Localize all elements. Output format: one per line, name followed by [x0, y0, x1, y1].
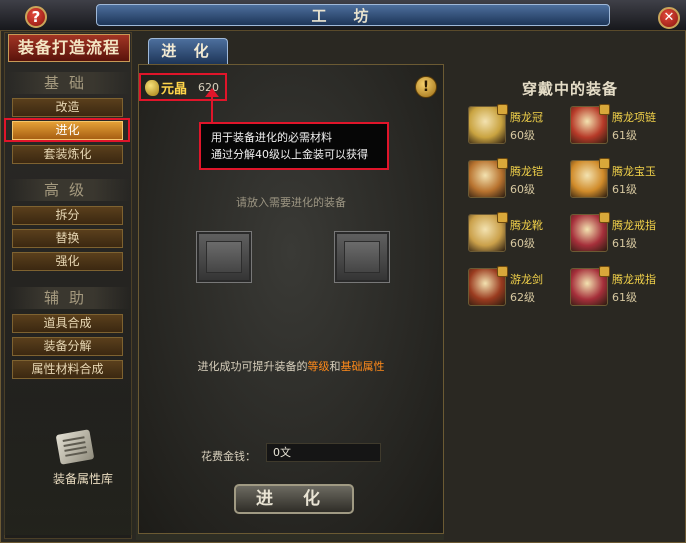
sidebar-header: 装备打造流程 — [8, 34, 130, 62]
cost-field: 0文 — [266, 443, 381, 462]
ring-icon[interactable] — [570, 266, 610, 306]
target-equipment-slot[interactable] — [334, 231, 390, 283]
attribute-library-button[interactable]: 装备属性库 — [48, 470, 118, 487]
evolve-button[interactable]: 进 化 — [234, 484, 354, 514]
equipment-level: 60级 — [510, 237, 535, 250]
lock-icon — [599, 104, 610, 115]
equipment-name: 腾龙冠 — [510, 111, 543, 124]
crystal-ore-icon — [145, 80, 159, 96]
sidebar-item-item-synthesis[interactable]: 道具合成 — [12, 314, 123, 333]
sidebar-item-replace[interactable]: 替换 — [12, 229, 123, 248]
equipment-level: 60级 — [510, 129, 535, 142]
chat-background — [4, 400, 134, 535]
lock-icon — [599, 266, 610, 277]
success-prefix: 进化成功可提升装备的 — [197, 360, 308, 373]
close-button[interactable]: ✕ — [658, 7, 680, 29]
success-description: 进化成功可提升装备的等级和基础属性 — [138, 358, 444, 374]
equipment-name: 腾龙戒指 — [612, 219, 656, 232]
cost-label: 花费金钱： — [201, 450, 256, 463]
lock-icon — [497, 266, 508, 277]
sidebar-item-set-refine[interactable]: 套装炼化 — [12, 145, 123, 164]
equipment-level: 60级 — [510, 183, 535, 196]
section-aux-title: 辅助 — [8, 287, 130, 309]
sidebar-item-attr-material[interactable]: 属性材料合成 — [12, 360, 123, 379]
sidebar-item-split[interactable]: 拆分 — [12, 206, 123, 225]
ring-icon[interactable] — [570, 212, 610, 252]
sword-icon[interactable] — [468, 266, 508, 306]
lock-icon — [497, 212, 508, 223]
book-icon[interactable] — [55, 429, 95, 465]
warning-icon[interactable]: ! — [415, 76, 437, 98]
equipment-level: 61级 — [612, 237, 637, 250]
success-level-text: 等级 — [307, 360, 330, 373]
success-attr-text: 基础属性 — [340, 360, 385, 373]
jade-icon[interactable] — [570, 158, 610, 198]
armor-icon[interactable] — [468, 158, 508, 198]
equipment-level: 61级 — [612, 129, 637, 142]
annotation-arrow-icon — [205, 88, 219, 97]
sidebar-item-enhance[interactable]: 强化 — [12, 252, 123, 271]
lock-icon — [497, 158, 508, 169]
sidebar-item-decompose[interactable]: 装备分解 — [12, 337, 123, 356]
source-equipment-slot[interactable] — [196, 231, 252, 283]
boots-icon[interactable] — [468, 212, 508, 252]
equipment-name: 游龙剑 — [510, 273, 543, 286]
help-button[interactable]: ? — [25, 6, 47, 28]
equipment-level: 61级 — [612, 183, 637, 196]
sidebar-item-modify[interactable]: 改造 — [12, 98, 123, 117]
success-mid: 和 — [329, 360, 341, 373]
lock-icon — [599, 212, 610, 223]
window-title: 工 坊 — [311, 7, 375, 25]
place-equipment-hint: 请放入需要进化的装备 — [236, 196, 346, 209]
crystal-tooltip: 用于装备进化的必需材料 通过分解40级以上金装可以获得 — [199, 122, 389, 170]
tooltip-line-2: 通过分解40级以上金装可以获得 — [211, 148, 368, 161]
equipment-name: 腾龙宝玉 — [612, 165, 656, 178]
tooltip-line-1: 用于装备进化的必需材料 — [211, 131, 332, 144]
equipment-name: 腾龙项链 — [612, 111, 656, 124]
equipment-name: 腾龙戒指 — [612, 273, 656, 286]
lock-icon — [599, 158, 610, 169]
necklace-icon[interactable] — [570, 104, 610, 144]
helmet-icon[interactable] — [468, 104, 508, 144]
crystal-label: 元晶 — [161, 82, 188, 97]
equipment-level: 61级 — [612, 291, 637, 304]
section-basic-title: 基础 — [8, 72, 130, 94]
equipment-name: 腾龙铠 — [510, 165, 543, 178]
equipped-title: 穿戴中的装备 — [521, 80, 618, 98]
equipment-name: 腾龙靴 — [510, 219, 543, 232]
lock-icon — [497, 104, 508, 115]
tab-evolve[interactable]: 进 化 — [148, 38, 228, 64]
section-advanced-title: 高级 — [8, 179, 130, 201]
selected-highlight — [4, 118, 130, 142]
equipment-level: 62级 — [510, 291, 535, 304]
